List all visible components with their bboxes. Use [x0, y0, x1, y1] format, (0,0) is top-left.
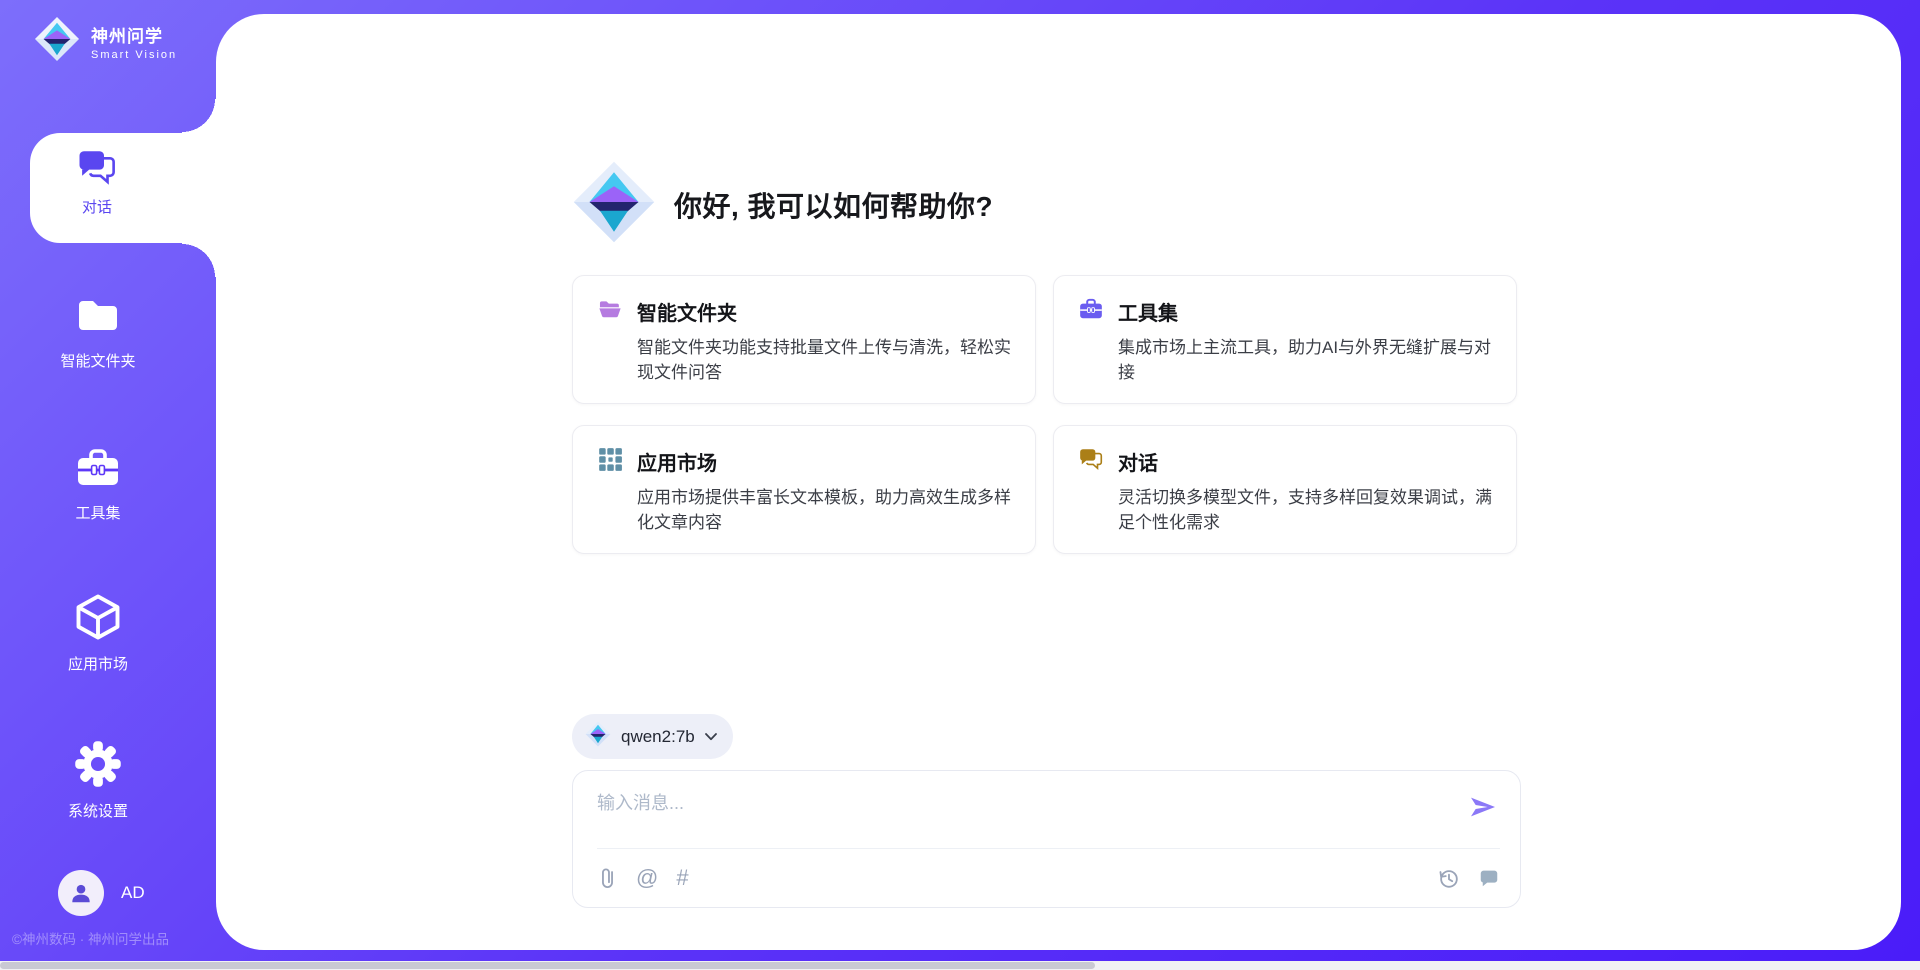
- toolbox-icon: [1078, 296, 1104, 327]
- model-diamond-icon: [585, 721, 611, 752]
- user-profile[interactable]: AD: [58, 870, 145, 916]
- card-desc: 应用市场提供丰富长文本模板，助力高效生成多样化文章内容: [637, 485, 1011, 535]
- folder-open-icon: [597, 296, 623, 327]
- card-desc: 灵活切换多模型文件，支持多样回复效果调试，满足个性化需求: [1118, 485, 1492, 535]
- chevron-down-icon: [705, 728, 717, 746]
- card-app-market[interactable]: 应用市场 应用市场提供丰富长文本模板，助力高效生成多样化文章内容: [572, 425, 1036, 554]
- composer: @ #: [572, 770, 1521, 908]
- tab-fillet-bottom: [182, 243, 216, 277]
- brand-diamond-icon: [572, 160, 656, 249]
- brand-subtitle: Smart Vision: [91, 49, 177, 61]
- sidebar-item-label: 智能文件夹: [0, 350, 196, 371]
- sidebar-item-chat[interactable]: 对话: [30, 133, 216, 243]
- history-icon[interactable]: [1437, 867, 1460, 890]
- sidebar-item-toolset[interactable]: 工具集: [0, 444, 196, 523]
- message-input[interactable]: [597, 787, 1437, 819]
- tab-fillet-top: [182, 99, 216, 133]
- attachment-icon[interactable]: [597, 866, 618, 890]
- card-title: 智能文件夹: [637, 297, 737, 326]
- chat-bubble-icon[interactable]: [1478, 867, 1500, 889]
- user-initials: AD: [121, 883, 145, 903]
- grid-icon: [597, 446, 623, 477]
- greeting-title: 你好, 我可以如何帮助你?: [674, 185, 993, 225]
- greeting-row: 你好, 我可以如何帮助你?: [572, 160, 993, 249]
- card-chat[interactable]: 对话 灵活切换多模型文件，支持多样回复效果调试，满足个性化需求: [1053, 425, 1517, 554]
- brand: 神州问学 Smart Vision: [34, 16, 177, 67]
- card-title: 应用市场: [637, 447, 717, 476]
- composer-toolbar: @ #: [597, 849, 1500, 907]
- folder-icon: [74, 327, 122, 344]
- sidebar-item-settings[interactable]: 系统设置: [0, 738, 196, 821]
- brand-name: 神州问学: [91, 22, 177, 47]
- card-desc: 智能文件夹功能支持批量文件上传与清洗，轻松实现文件问答: [637, 335, 1011, 385]
- brand-diamond-icon: [34, 16, 80, 67]
- card-title: 工具集: [1118, 297, 1178, 326]
- sidebar-item-app-market[interactable]: 应用市场: [0, 591, 196, 674]
- hash-icon[interactable]: #: [676, 867, 688, 889]
- sidebar-item-label: 对话: [30, 196, 164, 217]
- chat-icon: [76, 175, 118, 192]
- horizontal-scrollbar-thumb[interactable]: [0, 962, 1095, 969]
- horizontal-scrollbar: [0, 961, 1920, 970]
- send-icon[interactable]: [1466, 791, 1500, 825]
- toolbox-icon: [74, 479, 122, 496]
- avatar: [58, 870, 104, 916]
- mention-icon[interactable]: @: [636, 867, 658, 889]
- sidebar-item-label: 应用市场: [0, 653, 196, 674]
- card-title: 对话: [1118, 447, 1158, 476]
- sidebar: 神州问学 Smart Vision 对话 智能文件夹: [0, 0, 216, 970]
- cube-icon: [72, 630, 124, 647]
- sidebar-footer: ©神州数码 · 神州问学出品: [12, 928, 169, 948]
- card-smart-folder[interactable]: 智能文件夹 智能文件夹功能支持批量文件上传与清洗，轻松实现文件问答: [572, 275, 1036, 404]
- model-selector[interactable]: qwen2:7b: [572, 714, 733, 759]
- chat-icon: [1078, 446, 1104, 477]
- feature-cards: 智能文件夹 智能文件夹功能支持批量文件上传与清洗，轻松实现文件问答: [572, 275, 1521, 554]
- model-name: qwen2:7b: [621, 727, 695, 747]
- sidebar-item-label: 工具集: [0, 502, 196, 523]
- sidebar-item-label: 系统设置: [0, 800, 196, 821]
- main-content: 你好, 我可以如何帮助你? 智能文件夹 智能文件夹功能支持批量文件上传与清洗，轻…: [572, 14, 1521, 950]
- gear-icon: [72, 777, 124, 794]
- card-desc: 集成市场上主流工具，助力AI与外界无缝扩展与对接: [1118, 335, 1492, 385]
- main-panel: 你好, 我可以如何帮助你? 智能文件夹 智能文件夹功能支持批量文件上传与清洗，轻…: [216, 14, 1901, 950]
- sidebar-item-smart-folder[interactable]: 智能文件夹: [0, 292, 196, 371]
- card-toolset[interactable]: 工具集 集成市场上主流工具，助力AI与外界无缝扩展与对接: [1053, 275, 1517, 404]
